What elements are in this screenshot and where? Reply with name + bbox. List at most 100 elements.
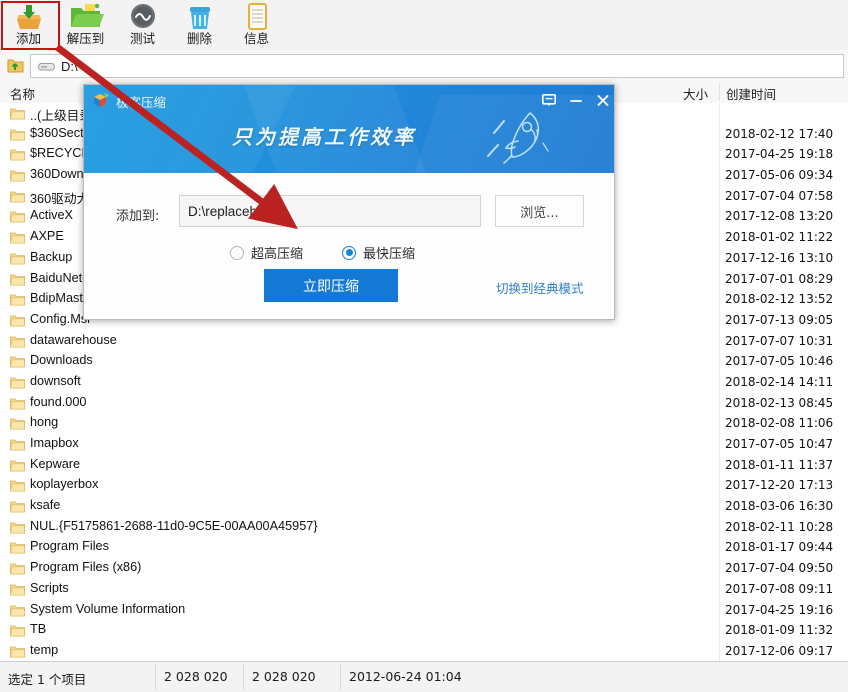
toolbar-label-info: 信息 xyxy=(244,32,269,46)
folder-icon xyxy=(10,645,25,658)
file-name: Downloads xyxy=(30,353,93,367)
add-archive-icon xyxy=(10,2,48,31)
folder-icon xyxy=(10,231,25,244)
table-row[interactable]: TB2018-01-09 11:32 xyxy=(0,620,848,641)
file-created-date: 2018-01-17 09:44 xyxy=(725,540,833,554)
table-row[interactable]: hong2018-02-08 11:06 xyxy=(0,413,848,434)
toolbar-button-delete[interactable]: 删除 xyxy=(171,1,228,48)
folder-icon xyxy=(10,128,25,141)
status-divider-1 xyxy=(155,664,156,690)
file-created-date: 2018-02-11 10:28 xyxy=(725,520,833,534)
folder-icon xyxy=(10,273,25,286)
folder-icon xyxy=(10,210,25,223)
toolbar-button-add[interactable]: 添加 xyxy=(0,1,57,48)
table-row[interactable]: Program Files (x86) 2017-07-04 09:50 xyxy=(0,558,848,579)
file-name: datawarehouse xyxy=(30,333,117,347)
address-input[interactable]: D:\ xyxy=(30,54,844,78)
toolbar-button-test[interactable]: 测试 xyxy=(114,1,171,48)
switch-classic-mode-link[interactable]: 切换到经典模式 xyxy=(496,278,584,297)
file-created-date: 2017-12-06 09:17 xyxy=(725,644,833,658)
minimize-icon xyxy=(569,94,583,107)
file-created-date: 2018-02-12 13:52 xyxy=(725,292,833,306)
feedback-icon xyxy=(542,94,556,107)
test-wave-icon xyxy=(124,2,162,31)
up-folder-icon[interactable] xyxy=(6,56,25,75)
add-to-label: 添加到: xyxy=(116,205,159,224)
dialog-banner: 极客压缩 只为提高工作效率 xyxy=(84,85,614,173)
address-path-text: D:\ xyxy=(61,59,78,74)
file-name: Scripts xyxy=(30,581,69,595)
destination-path-input[interactable]: D:\replacehelp xyxy=(179,195,481,227)
folder-icon xyxy=(10,376,25,389)
file-name: koplayerbox xyxy=(30,477,98,491)
table-row[interactable]: downsoft2018-02-14 14:11 xyxy=(0,372,848,393)
table-row[interactable]: Program Files2018-01-17 09:44 xyxy=(0,537,848,558)
file-name: NUL.{F5175861-2688-11d0-9C5E-00AA00A4595… xyxy=(30,519,318,533)
close-button[interactable] xyxy=(592,91,614,109)
toolbar-label-add: 添加 xyxy=(16,32,41,46)
address-bar: D:\ xyxy=(0,50,848,82)
folder-icon xyxy=(10,479,25,492)
file-created-date: 2017-07-05 10:47 xyxy=(725,437,833,451)
column-header-created[interactable]: 创建时间 xyxy=(726,84,776,103)
table-row[interactable]: System Volume Information 2017-04-25 19:1… xyxy=(0,600,848,621)
file-created-date: 2018-01-11 11:37 xyxy=(725,458,833,472)
drive-icon xyxy=(38,61,55,72)
file-name: Program Files (x86) xyxy=(30,560,141,574)
folder-icon xyxy=(10,562,25,575)
toolbar-button-extract[interactable]: 解压到 xyxy=(57,1,114,48)
rocket-icon xyxy=(474,107,550,167)
radio-ultra-compression[interactable]: 超高压缩 xyxy=(230,243,303,262)
compress-dialog[interactable]: 极客压缩 只为提高工作效率 xyxy=(83,84,615,320)
file-name: AXPE xyxy=(30,229,64,243)
column-header-name[interactable]: 名称 xyxy=(10,84,35,103)
radio-fastest-compression[interactable]: 最快压缩 xyxy=(342,243,415,262)
table-row[interactable]: Kepware 2018-01-11 11:37 xyxy=(0,455,848,476)
folder-icon xyxy=(10,252,25,265)
file-created-date: 2017-07-13 09:05 xyxy=(725,313,833,327)
dialog-title: 极客压缩 xyxy=(116,92,166,111)
table-row[interactable]: koplayerbox2017-12-20 17:13 xyxy=(0,475,848,496)
table-row[interactable]: temp2017-12-06 09:17 xyxy=(0,641,848,661)
file-name: Imapbox xyxy=(30,436,79,450)
folder-icon xyxy=(10,335,25,348)
file-name: System Volume Information xyxy=(30,602,185,616)
file-name: Kepware xyxy=(30,457,80,471)
compress-now-button[interactable]: 立即压缩 xyxy=(264,269,398,302)
file-created-date: 2017-07-07 10:31 xyxy=(725,334,833,348)
table-row[interactable]: found.0002018-02-13 08:45 xyxy=(0,393,848,414)
folder-icon xyxy=(10,459,25,472)
folder-icon xyxy=(10,604,25,617)
radio-ultra-indicator xyxy=(230,246,244,260)
file-created-date: 2018-01-09 11:32 xyxy=(725,623,833,637)
file-created-date: 2017-12-08 13:20 xyxy=(725,209,833,223)
table-row[interactable]: Downloads 2017-07-05 10:46 xyxy=(0,351,848,372)
folder-icon xyxy=(10,541,25,554)
file-created-date: 2017-07-05 10:46 xyxy=(725,354,833,368)
file-created-date: 2018-02-13 08:45 xyxy=(725,396,833,410)
folder-icon xyxy=(10,148,25,161)
folder-icon xyxy=(10,107,25,120)
file-created-date: 2017-07-08 09:11 xyxy=(725,582,833,596)
file-name: hong xyxy=(30,415,58,429)
file-name: ActiveX xyxy=(30,208,73,222)
header-divider-2 xyxy=(719,83,720,100)
browse-button[interactable]: 浏览... xyxy=(495,195,584,227)
minimize-button[interactable] xyxy=(565,91,587,109)
status-date: 2012-06-24 01:04 xyxy=(349,669,462,684)
file-created-date: 2018-02-14 14:11 xyxy=(725,375,833,389)
feedback-button[interactable] xyxy=(538,91,560,109)
column-header-size[interactable]: 大小 xyxy=(683,84,708,103)
file-name: Backup xyxy=(30,250,72,264)
table-row[interactable]: datawarehouse 2017-07-07 10:31 xyxy=(0,331,848,352)
file-created-date: 2018-02-12 17:40 xyxy=(725,127,833,141)
folder-icon xyxy=(10,190,25,203)
file-created-date: 2017-07-04 09:50 xyxy=(725,561,833,575)
folder-icon xyxy=(10,438,25,451)
table-row[interactable]: Imapbox 2017-07-05 10:47 xyxy=(0,434,848,455)
table-row[interactable]: Scripts 2017-07-08 09:11 xyxy=(0,579,848,600)
file-created-date: 2017-04-25 19:16 xyxy=(725,603,833,617)
table-row[interactable]: NUL.{F5175861-2688-11d0-9C5E-00AA00A4595… xyxy=(0,517,848,538)
table-row[interactable]: ksafe2018-03-06 16:30 xyxy=(0,496,848,517)
toolbar-button-info[interactable]: 信息 xyxy=(228,1,285,48)
